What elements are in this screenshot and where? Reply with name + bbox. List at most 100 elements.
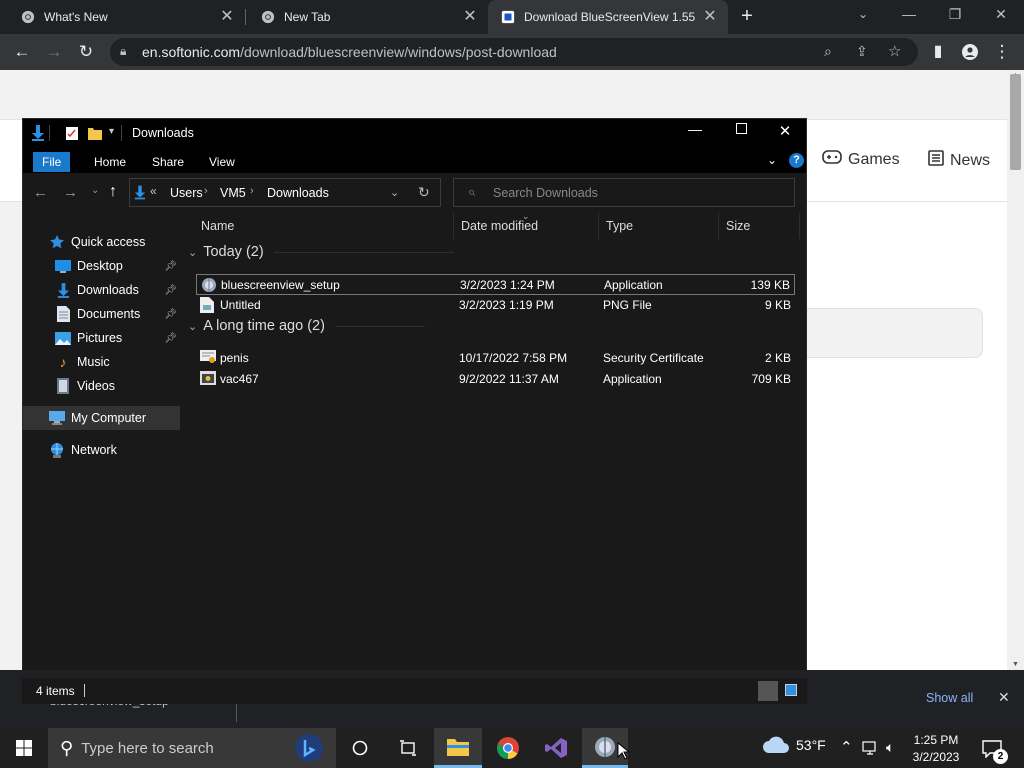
videos-folder-icon: [55, 378, 71, 394]
explorer-minimize-button[interactable]: —: [683, 121, 707, 137]
breadcrumb-vm5[interactable]: VM5: [220, 186, 246, 200]
nav-item-pictures[interactable]: Pictures 📌︎: [23, 326, 180, 350]
breadcrumb[interactable]: « Users › VM5 › Downloads ⌄ ↻: [129, 178, 441, 207]
start-button[interactable]: [0, 728, 48, 768]
close-tab-icon[interactable]: ✕: [702, 9, 718, 25]
help-icon[interactable]: ?: [789, 153, 804, 168]
explorer-close-button[interactable]: ✕: [773, 122, 797, 140]
file-explorer-taskbar-icon[interactable]: [434, 728, 482, 768]
large-icons-view-icon[interactable]: [785, 684, 797, 699]
tab-new-tab[interactable]: New Tab ✕: [246, 0, 488, 34]
zoom-search-icon[interactable]: ⌕: [824, 43, 832, 60]
forward-icon[interactable]: →: [63, 184, 78, 201]
restore-button[interactable]: ❐: [932, 0, 978, 30]
volume-icon[interactable]: 🔈︎: [886, 739, 894, 756]
page-scrollbar-thumb[interactable]: [1010, 74, 1021, 170]
breadcrumb-users[interactable]: Users: [170, 186, 203, 200]
column-header-type[interactable]: Type: [600, 213, 719, 239]
details-view-icon[interactable]: [758, 681, 778, 701]
softonic-icon: [500, 9, 516, 25]
collapse-chevron-icon[interactable]: ⌄: [188, 320, 197, 333]
nav-item-documents[interactable]: Documents 📌︎: [23, 302, 180, 326]
back-icon[interactable]: ←: [33, 184, 48, 201]
nav-item-downloads[interactable]: Downloads 📌︎: [23, 278, 180, 302]
pin-icon[interactable]: 📌︎: [164, 285, 177, 296]
close-download-bar-icon[interactable]: ✕: [998, 689, 1010, 706]
bing-icon[interactable]: [294, 733, 324, 767]
menu-icon[interactable]: ⋮: [990, 40, 1014, 64]
close-tab-icon[interactable]: ✕: [462, 9, 478, 25]
group-header-long-time-ago[interactable]: ⌄ A long time ago (2): [188, 318, 425, 334]
weather-widget[interactable]: 53°F: [762, 736, 826, 754]
group-header-today[interactable]: ⌄ Today (2): [188, 244, 454, 260]
tab-search-icon[interactable]: ⌄: [840, 0, 886, 30]
reload-icon[interactable]: ↻: [74, 40, 98, 64]
music-folder-icon: ♪: [59, 354, 67, 370]
forward-icon[interactable]: →: [42, 40, 66, 64]
pin-icon[interactable]: 📌︎: [164, 309, 177, 320]
pin-icon[interactable]: 📌︎: [164, 261, 177, 272]
new-tab-button[interactable]: +: [736, 6, 758, 28]
profile-icon[interactable]: [958, 40, 982, 64]
properties-icon[interactable]: [65, 126, 79, 144]
taskbar-search-box[interactable]: ⚲ Type here to search: [48, 728, 336, 768]
clock[interactable]: 1:25 PM 3/2/2023: [904, 732, 968, 766]
file-row[interactable]: Untitled 3/2/2023 1:19 PM PNG File 9 KB: [196, 295, 795, 316]
file-type: Security Certificate: [603, 351, 704, 365]
ribbon-tab-home[interactable]: Home: [85, 152, 135, 172]
nav-item-network[interactable]: Network: [23, 438, 180, 462]
file-row[interactable]: vac467 9/2/2022 11:37 AM Application 709…: [196, 369, 795, 390]
ribbon-tab-share[interactable]: Share: [143, 152, 193, 172]
share-icon[interactable]: ⇪: [856, 43, 868, 60]
pin-icon[interactable]: 📌︎: [164, 333, 177, 344]
show-hidden-icons-chevron-icon[interactable]: ⌃: [840, 738, 853, 756]
breadcrumb-overflow-icon[interactable]: «: [150, 184, 157, 198]
column-header-name[interactable]: Name: [195, 213, 454, 239]
address-dropdown-icon[interactable]: ⌄: [390, 186, 399, 199]
recent-locations-icon[interactable]: ⌄: [91, 185, 99, 196]
quick-access-toolbar-dropdown-icon[interactable]: ▾: [109, 126, 114, 137]
minimize-button[interactable]: —: [886, 0, 932, 30]
file-row[interactable]: bluescreenview_setup 3/2/2023 1:24 PM Ap…: [196, 274, 795, 295]
nav-item-quick-access[interactable]: Quick access: [23, 230, 180, 254]
star-icon: [49, 234, 65, 250]
column-header-size[interactable]: Size: [720, 213, 800, 239]
nav-item-desktop[interactable]: Desktop 📌︎: [23, 254, 180, 278]
address-bar[interactable]: 🔒︎ en.softonic.com/download/bluescreenvi…: [110, 38, 918, 66]
search-input[interactable]: Search Downloads: [493, 186, 598, 200]
network-icon[interactable]: [862, 741, 880, 758]
explorer-maximize-button[interactable]: [729, 123, 753, 137]
chrome-taskbar-icon[interactable]: [484, 728, 532, 768]
tab-whats-new[interactable]: What's New ✕: [0, 0, 245, 34]
bookmark-star-icon[interactable]: ☆: [888, 42, 901, 60]
cortana-icon[interactable]: [336, 728, 384, 768]
expand-ribbon-icon[interactable]: ⌄: [767, 153, 777, 167]
side-panel-icon[interactable]: ▮: [926, 40, 950, 64]
file-size: 139 KB: [750, 278, 790, 292]
breadcrumb-downloads[interactable]: Downloads: [267, 186, 329, 200]
ribbon-tab-view[interactable]: View: [200, 152, 244, 172]
ribbon-tab-file[interactable]: File: [33, 152, 71, 172]
nav-link-games[interactable]: Games: [822, 150, 900, 169]
page-header: [0, 70, 1007, 120]
new-folder-icon[interactable]: [87, 125, 103, 144]
file-row[interactable]: penis 10/17/2022 7:58 PM Security Certif…: [196, 348, 795, 369]
tab-download-bluescreenview[interactable]: Download BlueScreenView 1.55 ✕: [488, 0, 728, 34]
close-tab-icon[interactable]: ✕: [219, 9, 235, 25]
visual-studio-icon[interactable]: [532, 728, 580, 768]
refresh-icon[interactable]: ↻: [418, 184, 430, 201]
search-box[interactable]: ⌕ Search Downloads: [453, 178, 795, 207]
nav-item-music[interactable]: ♪ Music: [23, 350, 180, 374]
taskbar-search-input[interactable]: Type here to search: [81, 740, 214, 757]
news-icon: [928, 150, 944, 171]
up-folder-icon[interactable]: ↑: [109, 183, 117, 201]
nav-item-videos[interactable]: Videos: [23, 374, 180, 398]
collapse-chevron-icon[interactable]: ⌄: [188, 246, 197, 259]
nav-item-my-computer[interactable]: My Computer: [23, 406, 180, 430]
task-view-icon[interactable]: [384, 728, 432, 768]
show-all-button[interactable]: Show all: [926, 691, 973, 705]
nav-link-news[interactable]: News: [928, 150, 990, 171]
back-icon[interactable]: ←: [10, 40, 34, 64]
downloads-location-icon: [134, 185, 146, 203]
close-window-button[interactable]: ✕: [978, 0, 1024, 30]
